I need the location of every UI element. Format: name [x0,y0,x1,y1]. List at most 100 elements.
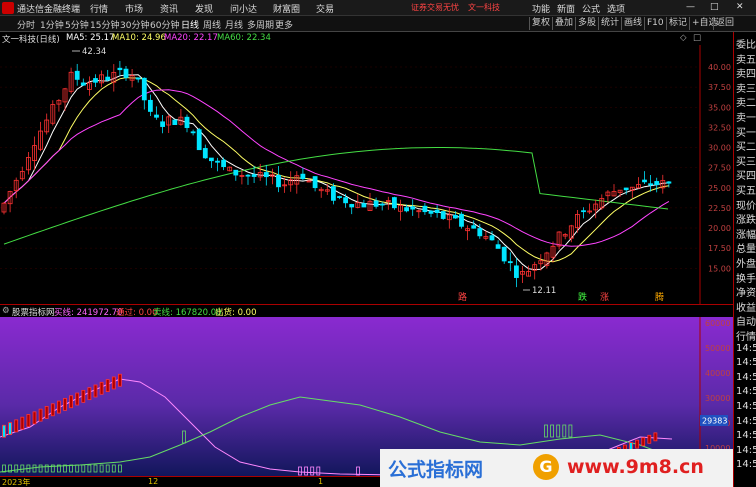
candle [581,207,586,219]
menu-ask[interactable]: 问小达 [230,2,257,15]
period-more[interactable]: 更多 [275,18,293,31]
quote-panel-item: 买三 [736,156,756,168]
close-icon[interactable]: ✕ [736,2,744,12]
candlestick-chart[interactable]: 40.00 37.50 35.00 32.50 30.00 27.50 25.00 22.50… [0,45,733,305]
candle [648,175,653,192]
stock-name: 文一科技(日线) [2,35,60,45]
candle [141,77,147,110]
ma20-line [3,89,670,247]
adjust-button[interactable]: 复权 [529,17,552,30]
indicator-bar [75,392,80,406]
f10-button[interactable]: F10 [644,17,666,30]
indicator-bar [69,395,73,409]
quote-panel-item: 买五 [736,186,756,197]
quote-panel-item: 14:5 [736,386,756,398]
watermark-banner: 公式指标网 G www.9m8.cn [380,449,733,487]
menu-trade[interactable]: 交易 [316,2,334,15]
candle [87,76,92,96]
quote-panel-item: 14:5 [736,357,756,369]
signal-label-1: 路 [458,291,467,303]
candle [38,121,43,152]
period-5min[interactable]: 5分钟 [65,18,89,31]
low-label: 12.11 [532,286,556,296]
candle [556,231,562,250]
candle [50,100,56,126]
period-15min[interactable]: 15分钟 [90,18,119,31]
back-button[interactable]: 返回 [713,17,736,30]
maximize-icon[interactable]: □ [710,2,719,12]
period-60min[interactable]: 60分钟 [150,18,179,31]
period-1min[interactable]: 1分钟 [40,18,64,31]
chart-maximize-icon[interactable]: □ [693,33,701,43]
ma60-line [3,147,669,245]
candle [532,261,538,280]
price-grid [0,45,701,305]
period-daily[interactable]: 日线 [181,18,199,31]
candle [117,61,123,76]
menu-market[interactable]: 市场 [125,2,143,15]
menu-options[interactable]: 选项 [607,2,625,15]
candle [208,157,214,169]
mark-button[interactable]: 标记 [666,17,689,30]
overlay-button[interactable]: 叠加 [552,17,575,30]
candle [349,203,355,215]
quote-panel-item: 外盘 [736,259,756,270]
indicator-bar [105,379,110,393]
quote-panel-item: 14:5 [736,444,756,456]
candle [7,190,13,213]
chart-settings-icon[interactable]: ◇ [680,33,687,43]
candle [160,114,166,134]
menu-formula[interactable]: 公式 [582,2,600,15]
candle [1,202,7,215]
candle [123,66,129,81]
period-multi[interactable]: 多周期 [247,18,274,31]
menu-discover[interactable]: 发现 [195,2,213,15]
stats-button[interactable]: 统计 [598,17,621,30]
candle [288,171,294,192]
candle [135,77,141,83]
period-weekly[interactable]: 周线 [203,18,221,31]
signal-label-4: 腾 [655,291,664,303]
candle [44,113,50,135]
promo-stock[interactable]: 文一科技 [468,2,500,13]
candle [654,177,660,193]
indicator-bar [20,416,25,430]
high-label: 42.34 [82,47,106,57]
menu-news[interactable]: 资讯 [160,2,178,15]
price-tick-label: 20.00 [708,224,731,233]
candle [166,114,172,134]
candle [465,225,471,241]
price-tick-label: 32.50 [708,123,731,132]
period-monthly[interactable]: 月线 [225,18,243,31]
menu-new-page[interactable]: 新面 [557,2,575,15]
menu-wealth[interactable]: 财富圈 [273,2,300,15]
price-tick-label: 37.50 [708,83,731,92]
candle [178,109,184,126]
menu-quotes[interactable]: 行情 [90,2,108,15]
minimize-icon[interactable]: — [686,2,695,12]
candle [428,209,434,218]
menu-function[interactable]: 功能 [532,2,550,15]
candle [379,201,385,211]
indicator-marker-value: 29383 [702,417,727,426]
banner-left-text: 公式指标网 [388,459,484,481]
indicator-settings-icon[interactable]: ⚙ [2,306,10,316]
promo-text[interactable]: 证券交易无忧 [411,2,459,13]
candle [398,199,403,221]
draw-button[interactable]: 画线 [621,17,644,30]
multi-stock-button[interactable]: 多股 [575,17,598,30]
candle [147,94,153,116]
indicator-bar [647,434,652,444]
quote-panel-item: 净资 [736,288,756,300]
quote-panel-item: 卖四 [736,69,756,81]
candle [105,69,111,82]
indicator-header: ⚙ 股票指标网 买线: 241972.70 通过: 0.00 卖线: 16782… [0,304,733,318]
period-timeshare[interactable]: 分时 [17,18,35,31]
candle [373,197,379,209]
candle [330,183,336,205]
candle [324,183,330,196]
candle [391,196,397,210]
ma10-value: MA10: 24.96 [112,33,166,43]
period-30min[interactable]: 30分钟 [120,18,149,31]
candle [25,152,31,175]
